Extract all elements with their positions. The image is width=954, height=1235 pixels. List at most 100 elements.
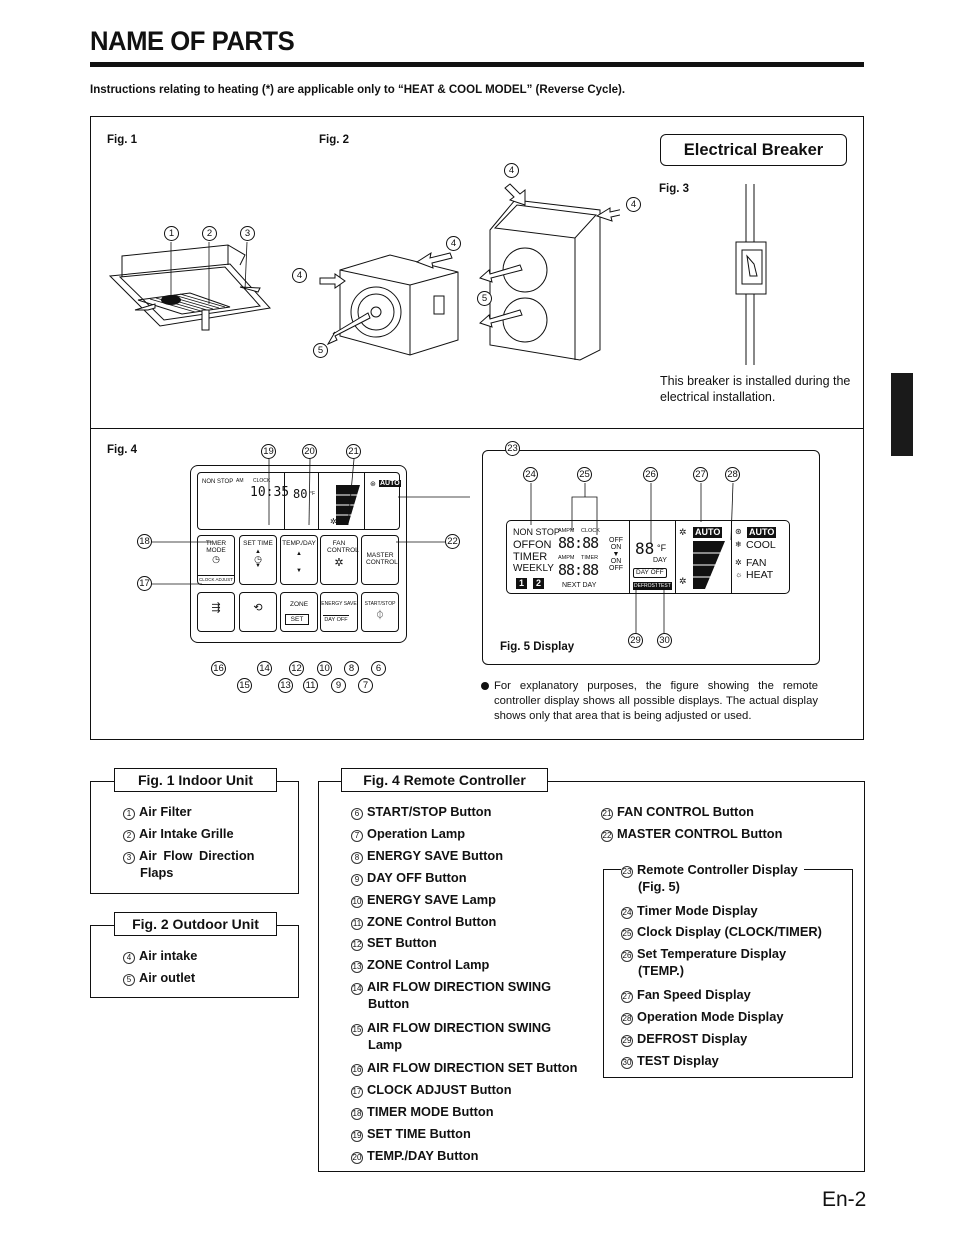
defrost-indicator: DEFROST — [633, 582, 659, 590]
item-number: 29 — [621, 1034, 633, 1047]
electrical-breaker-title: Electrical Breaker — [660, 134, 847, 166]
legend-item: 30 TEST Display — [621, 1052, 835, 1069]
off-label: OFF — [609, 537, 623, 544]
cool-snowflake-icon: ❄ — [735, 540, 742, 549]
display-note: For explanatory purposes, the figure sho… — [494, 680, 818, 722]
item-label: START/STOP Button — [367, 804, 492, 819]
item-label: FAN CONTROL Button — [617, 804, 754, 819]
item-label: ENERGY SAVE Lamp — [367, 891, 496, 907]
fig2-label: Fig. 2 — [319, 134, 350, 146]
day-off-indicator: DAY OFF — [633, 568, 667, 578]
legend-item: 13 ZONE Control Lamp — [351, 956, 591, 974]
item-number: 27 — [621, 990, 633, 1003]
callout-11: 11 — [303, 678, 318, 693]
item-label: Air Flow Direction — [139, 848, 255, 863]
fig5-label: Fig. 5 Display — [500, 641, 575, 653]
item-number: 22 — [601, 829, 613, 842]
temp-unit: °F — [657, 543, 667, 553]
fig3-label: Fig. 3 — [659, 183, 690, 195]
item-number: 7 — [351, 829, 363, 842]
callout-4: 4 — [446, 236, 461, 251]
item-number: 25 — [621, 928, 633, 941]
item-number: 8 — [351, 851, 363, 864]
outdoor-units-illustration — [319, 183, 620, 361]
item-number: 13 — [351, 961, 363, 974]
remote-legend-title: Fig. 4 Remote Controller — [341, 768, 548, 792]
item-number: 10 — [351, 895, 363, 908]
item-label: Operation Mode Display — [637, 1008, 784, 1024]
item-label: Air outlet — [139, 970, 196, 985]
legend-item: 5 Air outlet — [123, 969, 195, 986]
item-label: Timer Mode Display — [637, 902, 758, 918]
legend-item: 8 ENERGY SAVE Button — [351, 847, 591, 864]
item-label: AIR FLOW DIRECTION SWING — [367, 979, 552, 995]
legend-item: 24 Timer Mode Display — [621, 902, 835, 919]
item-number: 9 — [351, 873, 363, 886]
legend-item: 23 Remote Controller Display (Fig. 5) — [621, 861, 804, 895]
item-number: 5 — [123, 974, 135, 986]
item-label: Operation Lamp — [367, 825, 466, 841]
item-number: 30 — [621, 1056, 633, 1069]
fan-mode: FAN — [746, 557, 767, 569]
item-label: MASTER CONTROL Button — [617, 825, 783, 841]
callout-4: 4 — [292, 268, 307, 283]
remote-display-lcd: NON STOP OFFON TIMER WEEKLY 1 2 AMPM CLO… — [506, 520, 790, 594]
fig1-label: Fig. 1 — [107, 134, 138, 146]
item-number: 14 — [351, 983, 363, 996]
fig4-leader-lines — [152, 458, 470, 585]
legend-item: 14 AIR FLOW DIRECTION SWING Button — [351, 978, 591, 1012]
item-number: 11 — [351, 917, 363, 930]
item-label: ZONE Control Lamp — [367, 957, 490, 973]
heat-sun-icon: ☼ — [735, 570, 743, 579]
day-2-indicator: 2 — [533, 578, 545, 589]
item-label-cont: Button — [368, 996, 410, 1012]
legend-item: 15 AIR FLOW DIRECTION SWING Lamp — [351, 1019, 591, 1053]
item-number: 23 — [621, 866, 633, 878]
item-number: 1 — [123, 808, 135, 820]
indoor-unit-legend-title: Fig. 1 Indoor Unit — [114, 768, 277, 792]
fan-auto-indicator: AUTO — [693, 527, 723, 538]
legend-item: 1 Air Filter — [123, 803, 192, 820]
item-label: AIR FLOW DIRECTION SWING — [367, 1019, 552, 1035]
callout-5: 5 — [477, 291, 492, 306]
item-label: SET TIME Button — [367, 1125, 471, 1141]
item-number: 28 — [621, 1012, 633, 1025]
item-label: Set Temperature Display — [637, 946, 787, 962]
clock-digits: 88:88 — [558, 534, 599, 552]
mode-auto-indicator: AUTO — [747, 527, 777, 538]
legend-item: 26 Set Temperature Display (TEMP.) — [621, 945, 835, 979]
temp-digits: 88 — [635, 539, 655, 558]
item-label-cont: Flaps — [140, 865, 174, 880]
timer-digits: 88:88 — [558, 561, 599, 579]
callout-7: 7 — [358, 678, 373, 693]
item-number: 19 — [351, 1129, 363, 1142]
legend-item: 27 Fan Speed Display — [621, 986, 835, 1003]
callout-5: 5 — [313, 343, 328, 358]
fan-mode-icon: ✲ — [735, 558, 742, 567]
item-number: 17 — [351, 1086, 363, 1099]
item-label: Clock Display (CLOCK/TIMER) — [637, 924, 822, 940]
breaker-note: This breaker is installed during the ele… — [660, 374, 851, 404]
figures-divider — [90, 428, 864, 430]
item-label: SET Button — [367, 935, 437, 951]
breaker-illustration — [735, 184, 767, 365]
item-number: 3 — [123, 852, 135, 864]
fan-icon: ✲ — [679, 527, 687, 537]
outdoor-unit-legend-title: Fig. 2 Outdoor Unit — [114, 912, 277, 936]
item-label: Air intake — [139, 948, 198, 963]
item-number: 2 — [123, 830, 135, 842]
non-stop-indicator: NON STOP — [513, 527, 560, 537]
callout-9: 9 — [331, 678, 346, 693]
legend-item: 18 TIMER MODE Button — [351, 1103, 591, 1121]
item-number: 6 — [351, 808, 363, 820]
item-label: DAY OFF Button — [367, 869, 467, 885]
on-off-indicators: OFF ON ▼ ON OFF — [609, 537, 623, 572]
on-label: ON — [610, 558, 622, 565]
legend-item: 17 CLOCK ADJUST Button — [351, 1081, 591, 1099]
item-label: Remote Controller Display — [637, 862, 798, 877]
item-number: 21 — [601, 808, 613, 820]
item-label: AIR FLOW DIRECTION SET Button — [367, 1060, 578, 1076]
legend-item: 25 Clock Display (CLOCK/TIMER) — [621, 923, 835, 941]
next-day-label: NEXT DAY — [562, 582, 597, 589]
title-rule — [90, 62, 864, 67]
